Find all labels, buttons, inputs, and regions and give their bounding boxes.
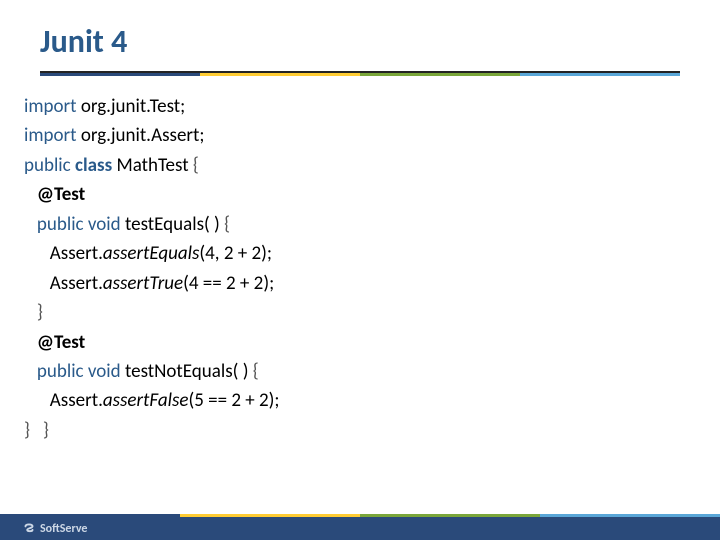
brace: } } [24,416,696,445]
code-text: Assert. [24,242,103,265]
keyword: public void [24,213,121,236]
slide-title: Junit 4 [40,22,680,61]
method: assertTrue [103,272,183,295]
annotation: @Test [24,328,696,357]
keyword: public [24,154,71,177]
code-text: (4 == 2 + 2); [183,272,274,295]
brand-text: SoftServe [40,522,87,536]
code-text: (4, 2 + 2); [199,242,272,265]
code-text: (5 == 2 + 2); [188,389,279,412]
code-line: import org.junit.Test; [24,92,696,121]
keyword: public void [24,360,121,383]
code-text: MathTest [112,154,188,177]
code-line: Assert.assertFalse(5 == 2 + 2); [24,386,696,415]
softserve-icon [22,522,36,536]
brace: { [189,154,199,177]
brace: { [248,360,258,383]
brace: } [24,298,696,327]
code-line: Assert.assertTrue(4 == 2 + 2); [24,269,696,298]
slide: Junit 4 import org.junit.Test; import or… [0,0,720,540]
code-text: Assert. [24,272,103,295]
footer-bar: SoftServe [0,517,720,540]
code-text: org.junit.Assert; [77,124,205,147]
code-line: Assert.assertEquals(4, 2 + 2); [24,239,696,268]
code-text: testEquals( ) [121,213,220,236]
code-line: public void testEquals( ) { [24,210,696,239]
code-text: testNotEquals( ) [121,360,249,383]
code-line: public void testNotEquals( ) { [24,357,696,386]
method: assertEquals [103,242,200,265]
code-text: org.junit.Test; [77,95,186,118]
footer: SoftServe [0,514,720,540]
annotation: @Test [24,180,696,209]
brace: { [220,213,230,236]
keyword: import [24,95,77,118]
header: Junit 4 [0,0,720,65]
code-block: import org.junit.Test; import org.junit.… [0,76,720,540]
method: assertFalse [103,389,189,412]
code-line: import org.junit.Assert; [24,121,696,150]
code-line: public class MathTest { [24,151,696,180]
keyword: class [71,154,112,177]
code-text: Assert. [24,389,103,412]
keyword: import [24,124,77,147]
brand-logo: SoftServe [22,522,87,536]
